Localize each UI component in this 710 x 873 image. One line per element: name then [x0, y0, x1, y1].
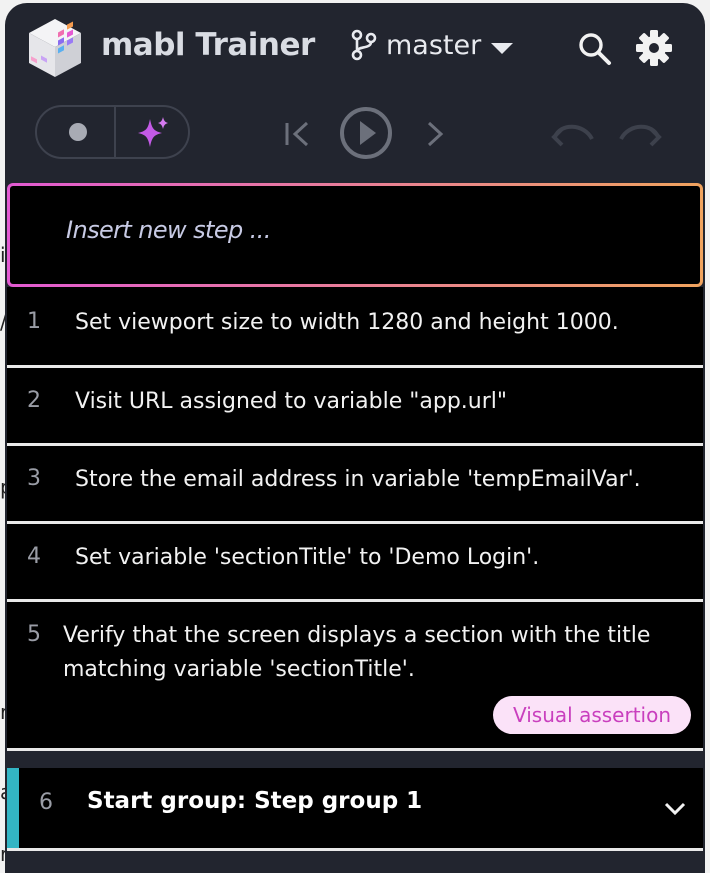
step-text: Verify that the screen displays a sectio… [63, 623, 651, 648]
branch-selector[interactable]: master [350, 25, 515, 65]
step-row[interactable]: 2 Visit URL assigned to variable "app.ur… [7, 368, 703, 443]
group-title: Start group: Step group 1 [87, 788, 423, 814]
step-row[interactable]: 3 Store the email address in variable 't… [7, 446, 703, 521]
insert-step-input[interactable]: Insert new step ... [7, 183, 703, 287]
chevron-down-icon[interactable] [661, 794, 689, 822]
step-number: 6 [39, 790, 53, 815]
visual-assertion-badge: Visual assertion [493, 696, 691, 734]
record-icon [69, 123, 87, 141]
step-separator [7, 748, 703, 751]
step-row[interactable]: 5 Verify that the screen displays a sect… [7, 602, 703, 748]
skip-back-icon[interactable] [283, 119, 313, 149]
mabl-logo-icon [29, 19, 81, 77]
step-row[interactable]: 4 Set variable 'sectionTitle' to 'Demo L… [7, 524, 703, 599]
step-text: Set variable 'sectionTitle' to 'Demo Log… [75, 545, 540, 570]
step-forward-icon[interactable] [419, 119, 449, 149]
step-number: 3 [27, 466, 41, 491]
gear-icon[interactable] [635, 29, 673, 67]
step-text: Visit URL assigned to variable "app.url" [75, 389, 507, 414]
step-number: 5 [27, 622, 41, 647]
caret-down-icon [491, 43, 514, 54]
record-button[interactable] [37, 107, 114, 157]
git-branch-icon [351, 29, 377, 61]
step-text: matching variable 'sectionTitle'. [63, 657, 415, 682]
step-group-row[interactable]: 6 Start group: Step group 1 [7, 768, 703, 848]
undo-icon[interactable] [550, 117, 596, 151]
trainer-window: mabl Trainer master Insert new step ... … [5, 3, 705, 873]
app-title: mabl Trainer [101, 27, 315, 63]
header: mabl Trainer master [5, 3, 705, 91]
step-number: 2 [27, 388, 41, 413]
toolbar [5, 103, 705, 165]
redo-icon[interactable] [617, 117, 663, 151]
play-icon[interactable] [338, 105, 394, 161]
step-number: 4 [27, 544, 41, 569]
sparkle-ai-icon [138, 117, 168, 147]
step-number: 1 [27, 309, 41, 334]
step-text: Set viewport size to width 1280 and heig… [75, 310, 619, 335]
insert-step-placeholder: Insert new step ... [66, 216, 271, 244]
ai-assist-button[interactable] [116, 107, 188, 157]
record-button-group [35, 105, 190, 159]
search-icon[interactable] [577, 31, 613, 67]
branch-name: master [386, 29, 482, 61]
step-text: Store the email address in variable 'tem… [75, 467, 641, 492]
step-row[interactable]: 1 Set viewport size to width 1280 and he… [7, 287, 703, 365]
group-indicator [7, 768, 19, 848]
step-separator [7, 848, 703, 851]
